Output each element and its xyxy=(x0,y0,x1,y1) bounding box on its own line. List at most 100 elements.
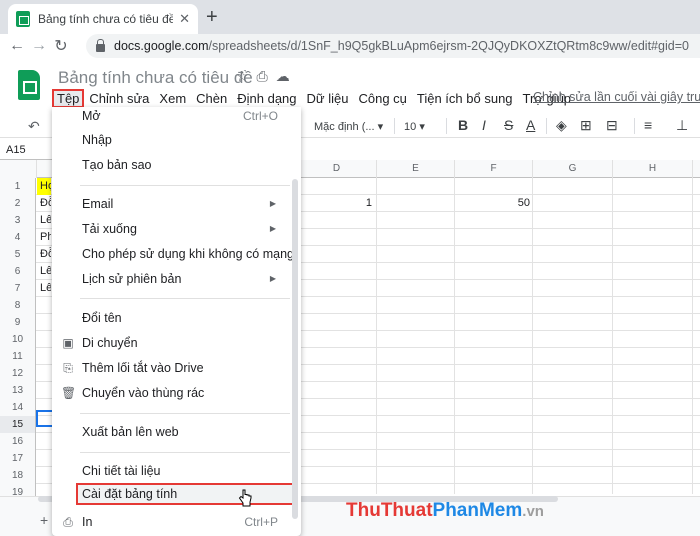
merge-cells-icon[interactable]: ⊟ xyxy=(606,117,618,134)
menu-divider xyxy=(80,298,290,299)
lock-icon xyxy=(96,39,105,52)
row-header[interactable]: 18 xyxy=(0,467,36,484)
cell-a1[interactable]: Họ xyxy=(37,178,51,195)
toolbar-divider xyxy=(394,118,395,134)
document-title[interactable]: Bảng tính chưa có tiêu đề xyxy=(58,68,253,88)
strikethrough-button[interactable]: S xyxy=(504,117,513,133)
cell-a3[interactable]: Lê xyxy=(37,212,51,229)
menu-item-move[interactable]: ▣ Di chuyển xyxy=(52,332,290,354)
align-icon[interactable]: ≡ xyxy=(644,117,652,133)
row-header[interactable]: 17 xyxy=(0,450,36,467)
sheets-logo-icon[interactable] xyxy=(18,70,40,100)
forward-icon[interactable]: → xyxy=(28,37,50,55)
menu-tools[interactable]: Công cụ xyxy=(353,91,411,106)
add-sheet-icon[interactable]: + xyxy=(40,512,48,528)
font-caret-icon: ▾ xyxy=(377,121,384,133)
folder-move-icon: ▣ xyxy=(62,336,74,350)
row-header[interactable]: 14 xyxy=(0,399,36,416)
submenu-arrow-icon: ▶ xyxy=(269,199,276,208)
close-tab-icon[interactable]: ✕ xyxy=(179,11,190,27)
col-header-h[interactable]: H xyxy=(613,160,693,178)
menu-file[interactable]: Tệp xyxy=(52,88,85,108)
menu-item-trash[interactable]: 🗑 Chuyển vào thùng rác xyxy=(52,382,290,404)
reload-icon[interactable]: ↻ xyxy=(50,36,72,56)
size-caret-icon: ▾ xyxy=(419,121,425,133)
toolbar-divider xyxy=(446,118,447,134)
italic-button[interactable]: I xyxy=(482,117,486,133)
row-header[interactable]: 13 xyxy=(0,382,36,399)
menu-insert[interactable]: Chèn xyxy=(191,91,232,106)
row-header[interactable]: 3 xyxy=(0,212,36,229)
star-move-cloud-icons[interactable]: ☆⎙☁ xyxy=(236,68,298,85)
row-header[interactable]: 9 xyxy=(0,314,36,331)
last-edit-link[interactable]: Chỉnh sửa lần cuối vài giây trước xyxy=(533,90,700,104)
corner-cell[interactable] xyxy=(0,160,37,178)
row-header[interactable]: 5 xyxy=(0,246,36,263)
menu-item-doc-details[interactable]: Chi tiết tài liệu xyxy=(52,460,290,482)
row-header[interactable]: 11 xyxy=(0,348,36,365)
cell-d2[interactable]: 1 xyxy=(297,195,375,212)
menu-item-add-shortcut[interactable]: ⎘ Thêm lối tắt vào Drive xyxy=(52,357,290,379)
menu-item-version-history[interactable]: Lịch sử phiên bản ▶ xyxy=(52,268,290,290)
row-header[interactable]: 12 xyxy=(0,365,36,382)
col-header-d[interactable]: D xyxy=(297,160,377,178)
url-bar[interactable]: docs.google.com/spreadsheets/d/1SnF_h9Q5… xyxy=(86,34,700,58)
menu-divider xyxy=(80,413,290,414)
cell-a6[interactable]: Lê xyxy=(37,263,51,280)
row-header[interactable]: 1 xyxy=(0,178,36,195)
watermark: ThuThuatPhanMem.vn xyxy=(346,500,544,521)
row-header[interactable]: 15 xyxy=(0,416,36,433)
name-box[interactable]: A15 xyxy=(0,140,60,160)
menu-item-offline[interactable]: Cho phép sử dụng khi không có mạng xyxy=(52,243,294,265)
font-select[interactable]: Mặc định (... ▾ xyxy=(314,120,383,133)
new-tab-icon[interactable]: + xyxy=(206,6,218,29)
sheets-favicon-icon xyxy=(16,11,30,27)
menu-item-download[interactable]: Tải xuống ▶ xyxy=(52,218,290,240)
menu-item-publish[interactable]: Xuất bản lên web xyxy=(52,421,290,443)
menu-item-print[interactable]: ⎙ In Ctrl+P xyxy=(52,511,290,533)
font-size-select[interactable]: 10 ▾ xyxy=(404,120,425,133)
borders-icon[interactable]: ⊞ xyxy=(580,117,592,134)
menu-bar: Tệp Chỉnh sửa Xem Chèn Định dạng Dữ liệu… xyxy=(52,88,576,108)
fill-color-icon[interactable]: ◈ xyxy=(556,117,567,134)
menu-divider xyxy=(80,185,290,186)
menu-item-rename[interactable]: Đổi tên xyxy=(52,307,290,329)
bold-button[interactable]: B xyxy=(458,117,468,133)
row-header[interactable]: 4 xyxy=(0,229,36,246)
menu-scrollbar[interactable] xyxy=(292,179,298,519)
cell-a7[interactable]: Lê xyxy=(37,280,51,297)
menu-item-email[interactable]: Email ▶ xyxy=(52,193,290,215)
menu-data[interactable]: Dữ liệu xyxy=(302,91,354,106)
undo-icon[interactable]: ↶ xyxy=(28,118,40,135)
row-header[interactable]: 7 xyxy=(0,280,36,297)
text-color-button[interactable]: A xyxy=(526,117,535,133)
submenu-arrow-icon: ▶ xyxy=(269,224,276,233)
cell-f2[interactable]: 50 xyxy=(455,195,533,212)
cell-a4[interactable]: Ph xyxy=(37,229,51,246)
row-header[interactable]: 2 xyxy=(0,195,36,212)
menu-item-spreadsheet-settings[interactable]: Cài đặt bảng tính xyxy=(76,483,294,505)
browser-tab[interactable]: Bảng tính chưa có tiêu đề - Goog ✕ xyxy=(8,4,198,34)
cell-a5[interactable]: Đỗ xyxy=(37,246,51,263)
hand-cursor-icon xyxy=(238,489,252,507)
menu-item-import[interactable]: Nhập xyxy=(52,129,290,151)
drive-shortcut-icon: ⎘ xyxy=(63,361,73,375)
back-icon[interactable]: ← xyxy=(6,37,28,55)
row-header[interactable]: 10 xyxy=(0,331,36,348)
col-header-e[interactable]: E xyxy=(377,160,455,178)
menu-addons[interactable]: Tiện ích bổ sung xyxy=(412,91,518,106)
row-header[interactable]: 6 xyxy=(0,263,36,280)
shortcut-open: Ctrl+O xyxy=(242,109,278,123)
menu-item-make-copy[interactable]: Tạo bản sao xyxy=(52,154,290,176)
menu-item-open[interactable]: Mở Ctrl+O xyxy=(52,107,290,127)
row-header[interactable]: 16 xyxy=(0,433,36,450)
row-header[interactable]: 8 xyxy=(0,297,36,314)
menu-view[interactable]: Xem xyxy=(154,91,191,106)
menu-format[interactable]: Định dạng xyxy=(232,91,301,106)
col-header-f[interactable]: F xyxy=(455,160,533,178)
vertical-align-icon[interactable]: ⊥ xyxy=(676,117,688,134)
menu-edit[interactable]: Chỉnh sửa xyxy=(84,91,154,106)
cell-a2[interactable]: Đỗ xyxy=(37,195,51,212)
toolbar-divider xyxy=(634,118,635,134)
col-header-g[interactable]: G xyxy=(533,160,613,178)
